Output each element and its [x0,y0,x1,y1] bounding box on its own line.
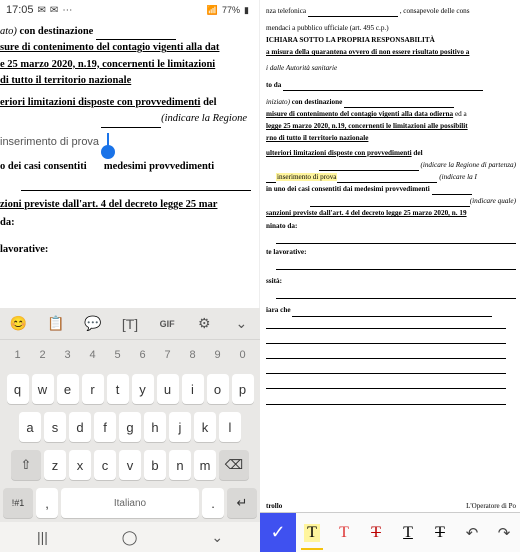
settings-icon[interactable]: ⚙ [192,312,216,336]
key-v[interactable]: v [119,450,141,480]
doc-line: te lavorative: [266,247,516,258]
doc-line: mendaci a pubblico ufficiale (art. 495 c… [266,23,516,34]
status-bar: 17:05 ✉ ✉ ⋯ 📶 77% ▮ [0,0,259,20]
redo-button[interactable]: ↷ [488,513,520,552]
key-d[interactable]: d [69,412,91,442]
key-e[interactable]: e [57,374,79,404]
status-battery-pct: 77% [222,5,240,15]
key-symbols[interactable]: !#1 [3,488,33,518]
text-cursor-handle[interactable] [101,145,115,159]
key-space[interactable]: Italiano [61,488,199,518]
undo-button[interactable]: ↶ [456,513,488,552]
key-h[interactable]: h [144,412,166,442]
key-comma[interactable]: , [36,488,58,518]
key-i[interactable]: i [182,374,204,404]
highlighted-text: inserimento di prova [276,173,337,181]
key-n[interactable]: n [169,450,191,480]
doc-footer: trollo L'Operatore di Po [260,502,520,512]
key-2[interactable]: 2 [32,344,54,366]
input-value: inserimento di prova [0,132,99,153]
text-color-button[interactable]: T [328,513,360,552]
key-a[interactable]: a [19,412,41,442]
status-time: 17:05 [6,4,34,16]
nav-recent[interactable]: ||| [37,529,48,545]
key-9[interactable]: 9 [207,344,229,366]
nav-back[interactable]: ⌄ [211,529,223,546]
footer-left: trollo [266,502,282,510]
confirm-button[interactable]: ✓ [260,513,296,552]
doc-line: sure di contenimento del contagio vigent… [0,40,251,56]
doc-line: ICHIARA SOTTO LA PROPRIA RESPONSABILITÀ [266,35,516,46]
soft-keyboard: 😊 📋 💬 [T] GIF ⚙ ⌄ 1 2 3 4 5 6 7 8 9 0 [0,308,260,552]
key-1[interactable]: 1 [7,344,29,366]
doc-line: a misura della quarantena ovvero di non … [266,47,516,58]
key-w[interactable]: w [32,374,54,404]
status-mail-icon-2: ✉ [50,5,58,16]
text-icon[interactable]: [T] [118,312,142,336]
key-7[interactable]: 7 [157,344,179,366]
key-m[interactable]: m [194,450,216,480]
phone-screen-left: 17:05 ✉ ✉ ⋯ 📶 77% ▮ ato) con destinazion… [0,0,260,552]
key-q[interactable]: q [7,374,29,404]
key-s[interactable]: s [44,412,66,442]
key-p[interactable]: p [232,374,254,404]
key-r[interactable]: r [82,374,104,404]
doc-line: zioni previste dall'art. 4 del decreto l… [0,197,251,213]
doc-line: ninato da: [266,221,516,232]
document-view-left[interactable]: ato) con destinazione sure di contenimen… [0,20,259,288]
doc-line: da: [0,215,251,231]
doc-line: ssità: [266,276,516,287]
key-x[interactable]: x [69,450,91,480]
status-battery-icon: ▮ [244,5,249,16]
doc-line: i dalle Autorità sanitarie [266,63,516,74]
highlight-button[interactable]: T [296,513,328,552]
gif-icon[interactable]: GIF [155,312,179,336]
key-4[interactable]: 4 [82,344,104,366]
key-3[interactable]: 3 [57,344,79,366]
key-5[interactable]: 5 [107,344,129,366]
status-mail-icon: ✉ [38,5,46,16]
key-backspace[interactable]: ⌫ [219,450,249,480]
key-g[interactable]: g [119,412,141,442]
key-z[interactable]: z [44,450,66,480]
key-f[interactable]: f [94,412,116,442]
key-6[interactable]: 6 [132,344,154,366]
collapse-icon[interactable]: ⌄ [229,312,253,336]
emoji-icon[interactable]: 😊 [7,312,31,336]
nav-home[interactable]: ◯ [122,529,138,546]
key-0[interactable]: 0 [232,344,254,366]
nav-bar: ||| ◯ ⌄ [0,522,260,552]
key-enter[interactable]: ↵ [227,488,257,518]
key-u[interactable]: u [157,374,179,404]
text-input-field[interactable]: inserimento di prova [0,132,251,153]
key-j[interactable]: j [169,412,191,442]
phone-screen-right: nza telefonica , consapevole delle cons … [260,0,520,552]
key-b[interactable]: b [144,450,166,480]
format-toolbar: ✓ T T T T T ↶ ↷ [260,512,520,552]
squiggly-button[interactable]: T [424,513,456,552]
clipboard-icon[interactable]: 📋 [44,312,68,336]
underline-button[interactable]: T [392,513,424,552]
status-signal-icon: 📶 [207,5,218,16]
footer-right: L'Operatore di Po [466,502,516,510]
keyboard-toolbar: 😊 📋 💬 [T] GIF ⚙ ⌄ [0,308,260,340]
sticker-icon[interactable]: 💬 [81,312,105,336]
key-c[interactable]: c [94,450,116,480]
key-k[interactable]: k [194,412,216,442]
key-period[interactable]: . [202,488,224,518]
doc-line: rno di tutto il territorio nazionale [266,133,516,144]
strikethrough-button[interactable]: T [360,513,392,552]
doc-line: lavorative: [0,242,251,258]
key-8[interactable]: 8 [182,344,204,366]
status-more-icon: ⋯ [62,5,72,16]
key-shift[interactable]: ⇧ [11,450,41,480]
document-view-right[interactable]: nza telefonica , consapevole delle cons … [260,0,520,502]
key-y[interactable]: y [132,374,154,404]
key-l[interactable]: l [219,412,241,442]
doc-line: di tutto il territorio nazionale [0,73,251,89]
key-o[interactable]: o [207,374,229,404]
key-t[interactable]: t [107,374,129,404]
